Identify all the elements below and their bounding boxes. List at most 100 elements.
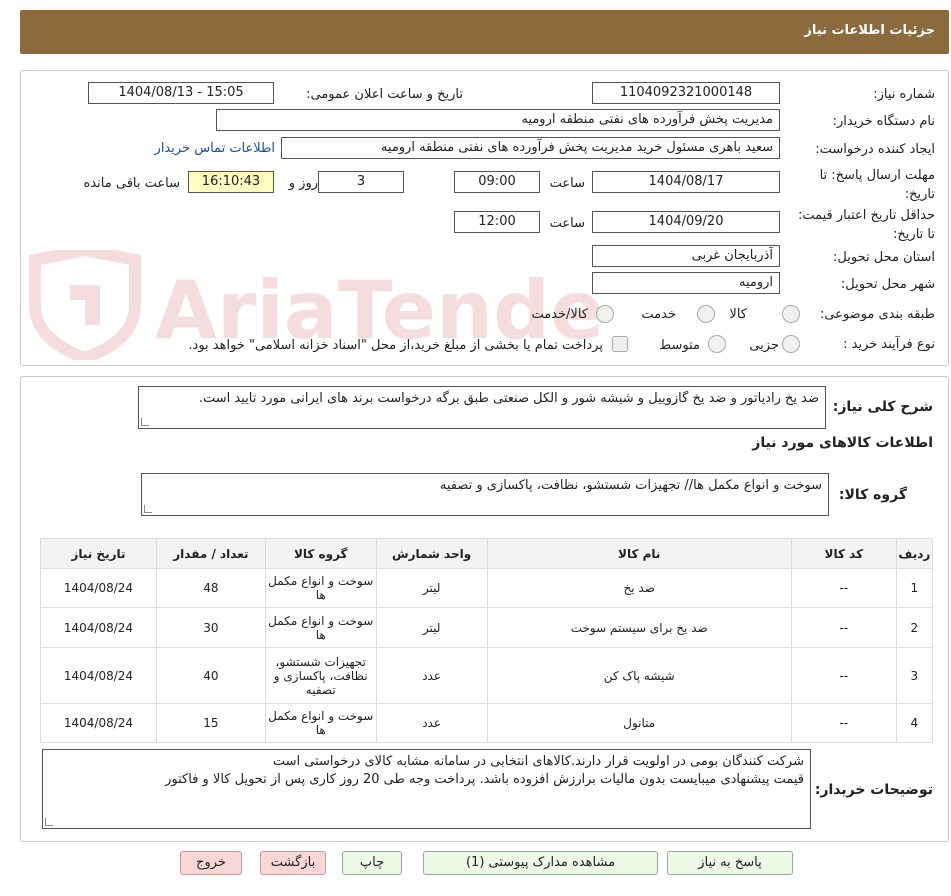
exit-button[interactable]: خروج	[180, 851, 242, 875]
table-row: 4 -- متانول عدد سوخت و انواع مکمل ها 15 …	[40, 703, 934, 743]
table-row: 3 -- شیشه پاک کن عدد تجهیزات شستشو، نظاف…	[40, 647, 934, 704]
cell-unit: لیتر	[375, 568, 488, 608]
buyer-org-label: نام دستگاه خریدار:	[832, 114, 935, 129]
creator-field: سعید باهری مسئول خرید مدیریت پخش فرآورده…	[281, 137, 780, 159]
cell-date: 1404/08/24	[40, 607, 157, 648]
items-section-title: اطلاعات کالاهای مورد نیاز	[752, 435, 933, 451]
buyer-contact-link[interactable]: اطلاعات تماس خریدار	[155, 141, 275, 156]
need-number-field: 1104092321000148	[592, 82, 780, 104]
page-header: جزئیات اطلاعات نیاز	[20, 10, 949, 54]
category-goods-label: کالا	[729, 307, 747, 322]
buyer-org-field: مدیریت پخش فرآورده های نفتی منطقه ارومیه	[216, 109, 780, 131]
province-field: آذربایجان غربی	[592, 245, 780, 267]
deadline-label: مهلت ارسال پاسخ: تا تاریخ:	[819, 168, 935, 202]
need-number-label: شماره نیاز:	[873, 87, 935, 102]
buyer-notes-label: توضیحات خریدار:	[814, 782, 933, 798]
col-header-unit: واحد شمارش	[375, 538, 488, 569]
cell-code: --	[790, 703, 897, 743]
col-header-code: کد کالا	[790, 538, 897, 569]
buyer-notes-line-2: قیمت پیشنهادی میبایست بدون مالیات برارزش…	[165, 772, 804, 787]
group-textarea: سوخت و انواع مکمل ها// تجهیزات شستشو، نظ…	[141, 473, 829, 516]
print-button[interactable]: چاپ	[342, 851, 402, 875]
back-button[interactable]: بازگشت	[260, 851, 326, 875]
category-service-radio[interactable]	[697, 305, 715, 323]
group-label: گروه کالا:	[838, 487, 907, 503]
category-service-label: خدمت	[641, 307, 676, 322]
resize-grip-icon[interactable]	[45, 818, 53, 826]
cell-qty: 40	[155, 647, 266, 704]
buyer-notes-line-1: شرکت کنندگان بومی در اولویت قرار دارند.ک…	[272, 754, 804, 769]
process-minor-radio[interactable]	[782, 335, 800, 353]
remaining-time-field: 16:10:43	[188, 171, 274, 193]
cell-code: --	[790, 607, 897, 648]
cell-date: 1404/08/24	[40, 568, 157, 608]
reply-button[interactable]: پاسخ به نیاز	[667, 851, 793, 875]
process-medium-radio[interactable]	[708, 335, 726, 353]
remaining-label: ساعت باقی مانده	[83, 176, 180, 191]
col-header-row-number: ردیف	[895, 538, 934, 569]
summary-textarea: ضد یخ رادیاتور و ضد یخ گازوییل و شیشه شو…	[138, 386, 826, 429]
cell-group: سوخت و انواع مکمل ها	[264, 703, 377, 743]
cell-code: --	[790, 568, 897, 608]
cell-row-number: 4	[895, 703, 934, 743]
table-row: 1 -- ضد یخ لیتر سوخت و انواع مکمل ها 48 …	[40, 568, 934, 608]
category-goods-service-label: کالا/خدمت	[531, 307, 588, 322]
announce-field: 1404/08/13 - 15:05	[88, 82, 274, 104]
summary-label: شرح کلی نیاز:	[832, 399, 933, 415]
table-row: 2 -- ضد یخ برای سیستم سوخت لیتر سوخت و ا…	[40, 607, 934, 648]
creator-label: ایجاد کننده درخواست:	[815, 142, 935, 157]
city-field: ارومیه	[592, 272, 780, 294]
category-goods-radio[interactable]	[782, 305, 800, 323]
cell-row-number: 3	[895, 647, 934, 704]
process-minor-label: جزیی	[749, 338, 779, 353]
validity-time-field: 12:00	[454, 211, 540, 233]
cell-row-number: 2	[895, 607, 934, 648]
cell-date: 1404/08/24	[40, 703, 157, 743]
col-header-name: نام کالا	[486, 538, 792, 569]
col-header-group: گروه کالا	[264, 538, 377, 569]
deadline-time-label: ساعت	[549, 176, 585, 191]
cell-qty: 15	[155, 703, 266, 743]
treasury-note: پرداخت تمام یا بخشی از مبلغ خرید،از محل …	[188, 338, 603, 353]
table-header-row: ردیف کد کالا نام کالا واحد شمارش گروه کا…	[40, 538, 934, 569]
category-label: طبقه بندی موضوعی:	[819, 307, 935, 322]
process-medium-label: متوسط	[659, 338, 700, 353]
validity-label: حداقل تاریخ اعتبار قیمت: تا تاریخ:	[797, 208, 935, 242]
cell-row-number: 1	[895, 568, 934, 608]
deadline-time-field: 09:00	[454, 171, 540, 193]
remaining-days-field: 3	[318, 171, 404, 193]
col-header-qty: تعداد / مقدار	[155, 538, 266, 569]
col-header-date: تاریخ نیاز	[40, 538, 157, 569]
page-title: جزئیات اطلاعات نیاز	[804, 23, 935, 38]
resize-grip-icon[interactable]	[144, 505, 152, 513]
validity-date-field: 1404/09/20	[592, 211, 780, 233]
cell-date: 1404/08/24	[40, 647, 157, 704]
items-table-wrapper: ردیف کد کالا نام کالا واحد شمارش گروه کا…	[40, 538, 934, 743]
cell-qty: 30	[155, 607, 266, 648]
cell-name: شیشه پاک کن	[486, 647, 792, 704]
group-text: سوخت و انواع مکمل ها// تجهیزات شستشو، نظ…	[439, 478, 822, 493]
treasury-checkbox[interactable]	[612, 336, 628, 352]
days-label: روز و	[288, 176, 318, 191]
buyer-notes-textarea: شرکت کنندگان بومی در اولویت قرار دارند.ک…	[42, 749, 811, 829]
cell-group: تجهیزات شستشو، نظافت، پاکسازی و تصفیه	[264, 647, 377, 704]
cell-group: سوخت و انواع مکمل ها	[264, 607, 377, 648]
attachments-button[interactable]: مشاهده مدارک پیوستی (1)	[423, 851, 658, 875]
cell-unit: لیتر	[375, 607, 488, 648]
cell-code: --	[790, 647, 897, 704]
cell-qty: 48	[155, 568, 266, 608]
city-label: شهر محل تحویل:	[840, 277, 935, 292]
summary-text: ضد یخ رادیاتور و ضد یخ گازوییل و شیشه شو…	[198, 391, 819, 406]
deadline-date-field: 1404/08/17	[592, 171, 780, 193]
category-goods-service-radio[interactable]	[596, 305, 614, 323]
cell-name: ضد یخ	[486, 568, 792, 608]
cell-unit: عدد	[375, 703, 488, 743]
province-label: استان محل تحویل:	[833, 250, 935, 265]
items-table: ردیف کد کالا نام کالا واحد شمارش گروه کا…	[40, 538, 934, 743]
cell-name: متانول	[486, 703, 792, 743]
cell-group: سوخت و انواع مکمل ها	[264, 568, 377, 608]
resize-grip-icon[interactable]	[141, 418, 149, 426]
cell-unit: عدد	[375, 647, 488, 704]
validity-time-label: ساعت	[549, 216, 585, 231]
announce-label: تاریخ و ساعت اعلان عمومی:	[306, 87, 463, 102]
